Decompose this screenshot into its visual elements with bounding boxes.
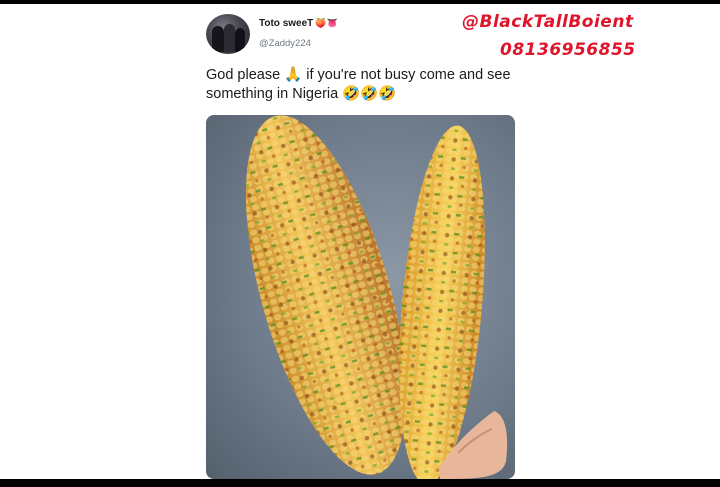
tweet-text-line: God please 🙏 if you're not busy come and…: [206, 67, 511, 83]
watermark-phone: 08136956855: [500, 40, 636, 60]
display-name-emoji: 🍑👅: [315, 18, 338, 28]
tweet-text-line: something in Nigeria 🤣🤣🤣: [206, 86, 397, 102]
user-handle[interactable]: @Zaddy224: [259, 38, 311, 49]
top-border: [0, 0, 720, 4]
tweet-card: Toto sweeT 🍑👅 @Zaddy224 God please 🙏 if y…: [206, 10, 526, 480]
bottom-border: [0, 479, 720, 487]
display-name[interactable]: Toto sweeT 🍑👅: [259, 18, 338, 29]
corn-illustration: [245, 115, 508, 479]
tweet-photo[interactable]: [206, 115, 515, 479]
avatar[interactable]: [206, 14, 250, 54]
watermark-handle: @BlackTallBoient: [462, 12, 634, 32]
watermark: @BlackTallBoient 08136956855: [462, 12, 672, 60]
tweet-text: God please 🙏 if you're not busy come and…: [206, 66, 526, 104]
display-name-text: Toto sweeT: [259, 18, 314, 29]
